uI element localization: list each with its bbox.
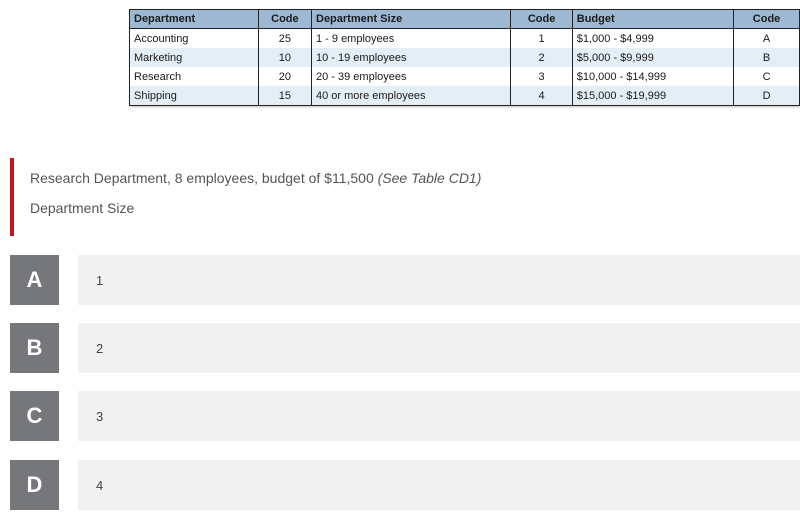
choice-text: 3 (96, 408, 104, 424)
cell-size-code: 4 (510, 86, 573, 106)
cell-size-code: 1 (510, 28, 573, 48)
answer-choice-b[interactable]: B 2 (10, 323, 800, 373)
choice-text: 4 (96, 477, 104, 493)
choice-text: 2 (96, 340, 104, 356)
cell-department: Research (129, 67, 259, 86)
choice-answer[interactable]: 3 (78, 391, 800, 441)
cell-department-size: 10 - 19 employees (310, 48, 512, 67)
cell-department-code: 15 (257, 86, 313, 106)
cell-department-code: 10 (257, 48, 313, 67)
cell-budget: $5,000 - $9,999 (571, 48, 735, 67)
header-budget: Budget (571, 9, 735, 29)
answer-choice-d[interactable]: D 4 (10, 460, 800, 510)
cell-department-size: 1 - 9 employees (310, 28, 512, 48)
cell-department-size: 40 or more employees (310, 86, 512, 106)
header-department-code: Code (257, 9, 313, 29)
cell-budget: $10,000 - $14,999 (571, 67, 735, 86)
table-reference: (See Table CD1) (377, 170, 482, 186)
cell-budget-code: C (733, 67, 800, 86)
choice-text: 1 (96, 272, 104, 288)
choice-letter[interactable]: D (10, 460, 59, 510)
answer-choice-a[interactable]: A 1 (10, 255, 800, 305)
reference-table-cd1: Department Code Department Size Code Bud… (129, 9, 800, 106)
table-row: Shipping 15 40 or more employees 4 $15,0… (129, 86, 800, 106)
choice-letter[interactable]: C (10, 391, 59, 441)
table-row: Research 20 20 - 39 employees 3 $10,000 … (129, 67, 800, 86)
cell-department-code: 20 (257, 67, 313, 86)
cell-size-code: 3 (510, 67, 573, 86)
header-department: Department (129, 9, 259, 29)
choice-letter[interactable]: B (10, 323, 59, 373)
cell-size-code: 2 (510, 48, 573, 67)
choice-letter[interactable]: A (10, 255, 59, 305)
cell-budget-code: A (733, 28, 800, 48)
answer-choice-c[interactable]: C 3 (10, 391, 800, 441)
cell-budget: $15,000 - $19,999 (571, 86, 735, 106)
choice-answer[interactable]: 2 (78, 323, 800, 373)
table-header-row: Department Code Department Size Code Bud… (129, 9, 800, 29)
question-stem: Research Department, 8 employees, budget… (30, 170, 481, 186)
question-stem-text: Research Department, 8 employees, budget… (30, 170, 378, 186)
table-row: Accounting 25 1 - 9 employees 1 $1,000 -… (129, 28, 800, 48)
cell-department-size: 20 - 39 employees (310, 67, 512, 86)
header-size-code: Code (510, 9, 573, 29)
page: Department Code Department Size Code Bud… (0, 0, 800, 518)
question-block: Research Department, 8 employees, budget… (10, 158, 714, 236)
cell-department: Shipping (129, 86, 259, 106)
header-department-size: Department Size (310, 9, 512, 29)
header-budget-code: Code (733, 9, 800, 29)
choice-answer[interactable]: 1 (78, 255, 800, 305)
table-row: Marketing 10 10 - 19 employees 2 $5,000 … (129, 48, 800, 67)
cell-department: Accounting (129, 28, 259, 48)
cell-department-code: 25 (257, 28, 313, 48)
cell-department: Marketing (129, 48, 259, 67)
cell-budget-code: B (733, 48, 800, 67)
cell-budget-code: D (733, 86, 800, 106)
cell-budget: $1,000 - $4,999 (571, 28, 735, 48)
choice-answer[interactable]: 4 (78, 460, 800, 510)
question-prompt: Department Size (30, 200, 135, 216)
